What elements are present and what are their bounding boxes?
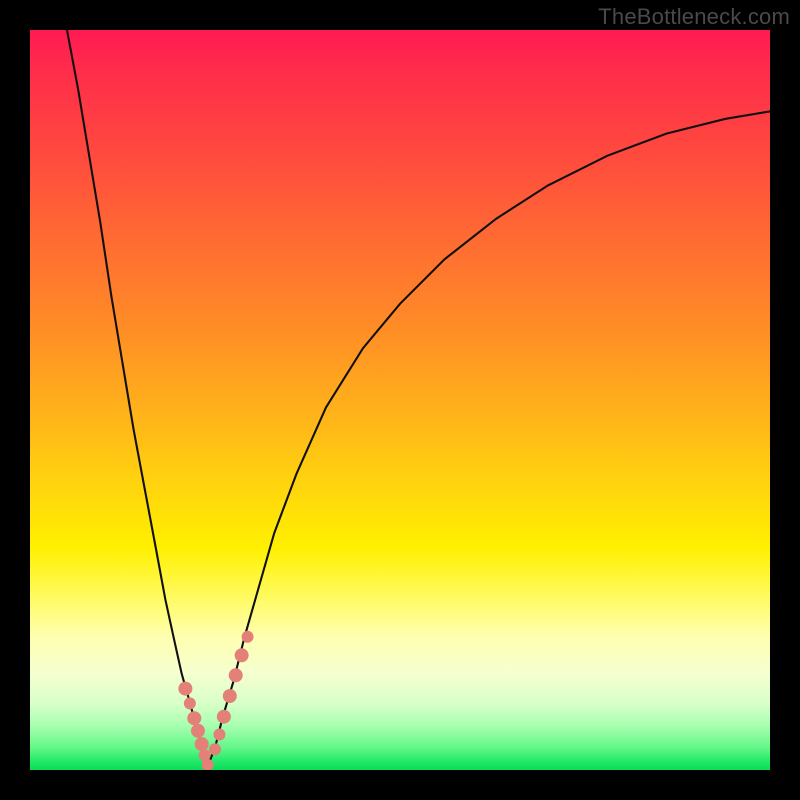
watermark-text: TheBottleneck.com (598, 4, 790, 30)
plot-area (30, 30, 770, 770)
outer-frame: TheBottleneck.com (0, 0, 800, 800)
gradient-background (30, 30, 770, 770)
